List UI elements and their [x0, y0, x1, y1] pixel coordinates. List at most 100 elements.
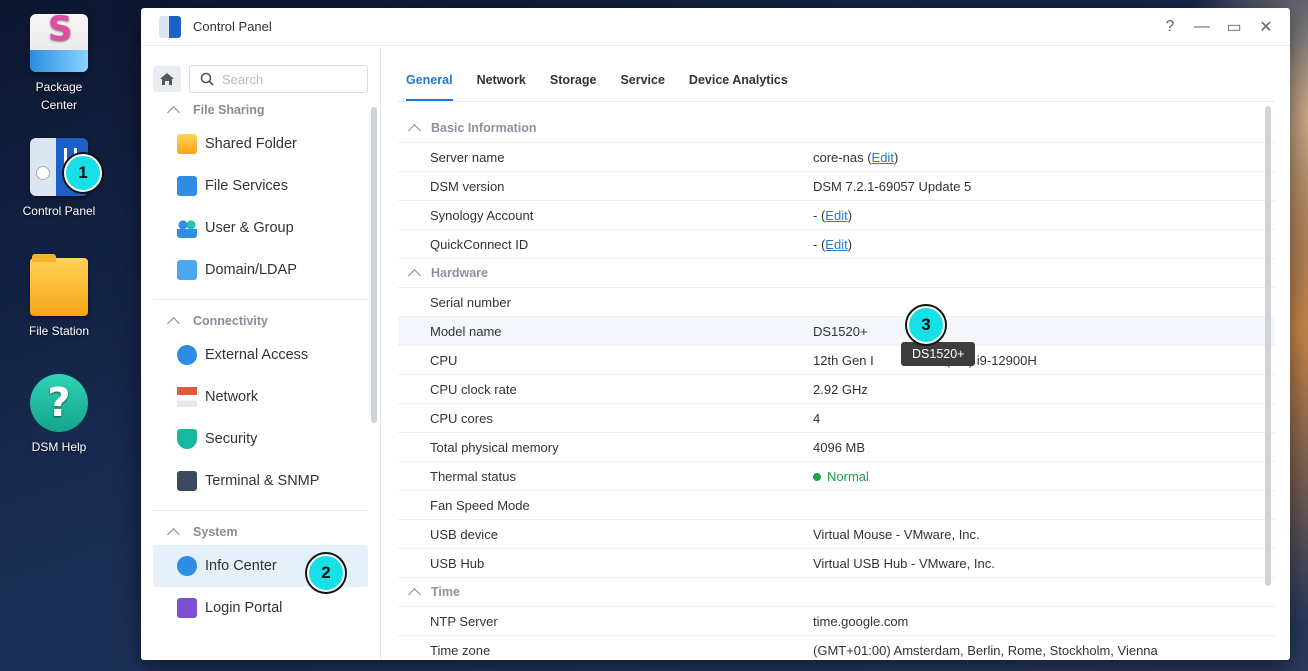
minimize-button[interactable]: —: [1190, 16, 1214, 38]
window-title: Control Panel: [193, 19, 272, 34]
row-label: Time zone: [430, 642, 491, 658]
help-button[interactable]: ?: [1158, 16, 1182, 38]
table-row: Model name DS1520+: [398, 317, 1275, 346]
tab-device-analytics[interactable]: Device Analytics: [689, 73, 788, 101]
info-icon: [177, 556, 197, 576]
row-label: Synology Account: [430, 207, 534, 223]
edit-server-name-link[interactable]: Edit: [872, 150, 894, 165]
section-title: System: [193, 525, 238, 539]
network-icon: [177, 387, 197, 407]
group-title: Basic Information: [431, 121, 537, 135]
tab-general[interactable]: General: [406, 73, 453, 101]
sidebar-item-user-group[interactable]: User & Group: [153, 207, 368, 249]
group-title: Hardware: [431, 266, 488, 280]
table-row: Thermal status Normal: [398, 462, 1275, 491]
sidebar-item-external-access[interactable]: External Access: [153, 334, 368, 376]
maximize-button[interactable]: ▭: [1222, 16, 1246, 38]
tab-service[interactable]: Service: [620, 73, 664, 101]
model-tooltip: DS1520+: [901, 342, 976, 366]
title-bar: Control Panel ? — ▭ ✕: [141, 8, 1290, 46]
sidebar-item-label: Shared Folder: [205, 136, 297, 152]
divider: [153, 510, 368, 511]
help-icon: ?: [30, 374, 88, 432]
desktop-package-center[interactable]: S Package Center: [14, 12, 104, 114]
tab-bar: General Network Storage Service Device A…: [398, 47, 1274, 102]
table-row: Server name core-nas (Edit): [398, 143, 1275, 172]
group-basic-information[interactable]: Basic Information: [398, 114, 1275, 143]
sidebar-item-label: File Services: [205, 178, 288, 194]
row-label: USB Hub: [430, 555, 485, 571]
row-value: (GMT+01:00) Amsterdam, Berlin, Rome, Sto…: [813, 642, 1158, 658]
row-value: Virtual USB Hub - VMware, Inc.: [813, 555, 995, 571]
section-system[interactable]: System: [141, 519, 380, 545]
row-label: CPU clock rate: [430, 381, 517, 397]
row-value: 4: [813, 410, 821, 426]
main-panel: General Network Storage Service Device A…: [382, 47, 1290, 660]
desktop-file-station[interactable]: File Station: [14, 254, 104, 340]
home-button[interactable]: [153, 66, 181, 92]
row-label: QuickConnect ID: [430, 236, 529, 252]
desktop-icon-label: Control Panel: [22, 204, 96, 218]
section-file-sharing[interactable]: File Sharing: [141, 97, 380, 123]
tab-network[interactable]: Network: [477, 73, 526, 101]
table-row: CPU cores 4: [398, 404, 1275, 433]
row-value: core-nas (Edit): [813, 149, 899, 165]
desktop-dsm-help[interactable]: ? DSM Help: [14, 374, 104, 456]
divider: [153, 299, 368, 300]
row-label: Model name: [430, 323, 502, 339]
row-label: Total physical memory: [430, 439, 559, 455]
table-row: Fan Speed Mode: [398, 491, 1275, 520]
section-connectivity[interactable]: Connectivity: [141, 308, 380, 334]
table-row: Time zone (GMT+01:00) Amsterdam, Berlin,…: [398, 636, 1275, 660]
row-value: time.google.com: [813, 613, 909, 629]
row-value: Virtual Mouse - VMware, Inc.: [813, 526, 980, 542]
edit-quickconnect-link[interactable]: Edit: [825, 237, 847, 252]
row-label: Serial number: [430, 294, 511, 310]
table-row: USB Hub Virtual USB Hub - VMware, Inc.: [398, 549, 1275, 578]
sidebar-item-label: Network: [205, 389, 259, 405]
search-box[interactable]: [189, 65, 368, 93]
desktop-icon-label: File Station: [28, 324, 90, 338]
control-panel-icon: [159, 15, 181, 38]
row-value: 2.92 GHz: [813, 381, 868, 397]
row-value: 12th Gen I (TM) i9-12900H: [813, 353, 1275, 368]
status-dot-icon: [813, 472, 821, 481]
tab-storage[interactable]: Storage: [550, 73, 597, 101]
sidebar-item-login-portal[interactable]: Login Portal: [153, 587, 368, 629]
sidebar-item-domain-ldap[interactable]: Domain/LDAP: [153, 249, 368, 291]
sidebar: File Sharing Shared Folder File Services…: [141, 47, 381, 660]
table-row: CPU 12th Gen I (TM) i9-12900H: [398, 346, 1275, 375]
table-row: CPU clock rate 2.92 GHz: [398, 375, 1275, 404]
row-value: - (Edit): [813, 207, 853, 223]
sidebar-item-network[interactable]: Network: [153, 376, 368, 418]
row-value: DS1520+: [813, 323, 868, 339]
row-value: Normal: [813, 469, 1275, 484]
table-row: Synology Account - (Edit): [398, 201, 1275, 230]
sidebar-item-label: User & Group: [205, 220, 294, 236]
sidebar-item-shared-folder[interactable]: Shared Folder: [153, 123, 368, 165]
row-label: USB device: [430, 526, 498, 542]
close-button[interactable]: ✕: [1254, 16, 1278, 38]
main-scrollbar[interactable]: [1265, 106, 1271, 586]
chevron-up-icon: [167, 105, 180, 119]
sidebar-item-security[interactable]: Security: [153, 418, 368, 460]
step-badge-2: 2: [307, 554, 345, 592]
terminal-icon: [177, 471, 197, 491]
section-title: Connectivity: [193, 314, 269, 328]
sidebar-item-label: Domain/LDAP: [205, 262, 297, 278]
sidebar-item-label: External Access: [205, 347, 309, 363]
row-label: Server name: [430, 149, 505, 165]
sidebar-item-label: Security: [205, 431, 258, 447]
sidebar-item-terminal-snmp[interactable]: Terminal & SNMP: [153, 460, 368, 502]
desktop-icon-label: Center: [40, 98, 78, 112]
edit-synology-account-link[interactable]: Edit: [825, 208, 847, 223]
search-input[interactable]: [222, 71, 362, 87]
group-hardware[interactable]: Hardware: [398, 259, 1275, 288]
row-value: 4096 MB: [813, 439, 866, 455]
chevron-up-icon: [408, 587, 421, 601]
sidebar-scrollbar[interactable]: [371, 107, 377, 423]
sidebar-item-file-services[interactable]: File Services: [153, 165, 368, 207]
table-row: Total physical memory 4096 MB: [398, 433, 1275, 462]
group-time[interactable]: Time: [398, 578, 1275, 607]
table-row: QuickConnect ID - (Edit): [398, 230, 1275, 259]
